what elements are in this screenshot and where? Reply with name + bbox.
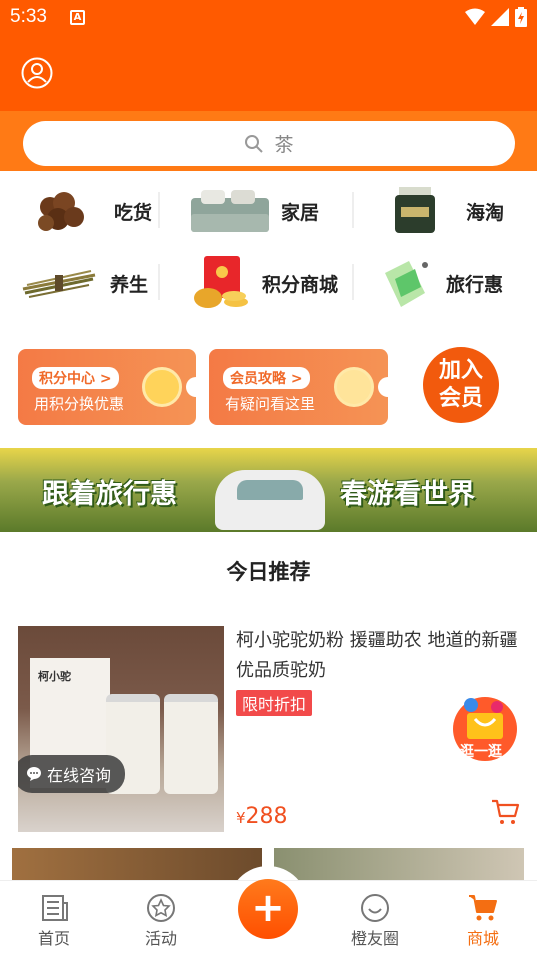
category-label: 积分商城 [262, 273, 339, 296]
category-snacks[interactable]: 吃货 [18, 176, 188, 246]
red-envelope-coins-icon [186, 253, 256, 313]
divider [158, 264, 160, 300]
cosmetics-jar-icon [370, 181, 460, 241]
online-consult-button[interactable]: 在线咨询 [18, 755, 126, 793]
card-tag: 会员攻略 > [223, 367, 310, 389]
banner-right-text: 春游看世界 [340, 479, 475, 510]
category-home[interactable]: 家居 [185, 176, 355, 246]
product-title[interactable]: 柯小驼驼奶粉 援疆助农 地道的新疆优品质驼奶 [236, 626, 520, 686]
chat-bubble-icon [27, 767, 41, 781]
category-grid: 吃货 家居 海淘 养生 积分商城 旅行惠 [0, 172, 537, 322]
category-overseas[interactable]: 海淘 [370, 176, 537, 246]
price-currency: ¥ [236, 809, 246, 827]
tab-label: 首页 [37, 929, 70, 948]
card-tag: 积分中心 > [32, 367, 119, 389]
status-time: 5:33 [10, 6, 47, 27]
smile-circle-icon [361, 894, 389, 922]
banner-left-text: 跟着旅行惠 [42, 479, 177, 510]
discount-badge: 限时折扣 [236, 690, 313, 716]
status-icons [465, 7, 527, 27]
newspaper-icon [42, 895, 68, 921]
category-label: 旅行惠 [446, 273, 504, 296]
product-can-image [164, 694, 218, 794]
herb-icon [14, 253, 104, 313]
tab-activities[interactable]: 活动 [121, 893, 201, 949]
category-points-mall[interactable]: 积分商城 [186, 248, 356, 318]
consult-label: 在线咨询 [47, 766, 112, 785]
divider [158, 192, 160, 228]
app-notification-icon: A [70, 10, 85, 25]
card-notch [378, 377, 398, 397]
section-title: 今日推荐 [226, 560, 311, 584]
card-subtitle: 用积分换优惠 [34, 395, 125, 413]
category-label: 家居 [281, 201, 320, 224]
category-label: 海淘 [466, 201, 505, 224]
coins-icon [142, 367, 182, 407]
search-bar-container: 茶 [0, 111, 537, 171]
document-icon [334, 367, 374, 407]
bedding-icon [185, 181, 275, 241]
tab-label: 商城 [466, 929, 499, 948]
wifi-icon [465, 8, 485, 25]
top-header [0, 38, 537, 111]
points-center-card[interactable]: 积分中心 > 用积分换优惠 [18, 349, 206, 425]
box-brand: 柯小驼 [38, 670, 71, 683]
product-image[interactable]: 柯小驼 在线咨询 [18, 626, 224, 832]
tab-home[interactable]: 首页 [14, 893, 94, 949]
category-label: 养生 [110, 273, 149, 296]
battery-icon [515, 7, 527, 27]
search-icon [245, 134, 264, 153]
member-guide-card[interactable]: 会员攻略 > 有疑问看这里 [209, 349, 398, 425]
signal-icon [491, 8, 509, 26]
travel-icon [370, 253, 440, 313]
add-to-cart-icon[interactable] [490, 798, 520, 826]
browse-float-button[interactable]: 逛一逛 [451, 693, 519, 763]
snack-icon [18, 181, 108, 241]
status-bar: 5:33 A [0, 0, 537, 38]
tab-label: 橙友圈 [350, 929, 399, 948]
product-price: ¥288 [236, 804, 288, 829]
join-member-button[interactable]: 加入 会员 [423, 347, 499, 423]
cart-icon [469, 895, 497, 921]
tab-friends-circle[interactable]: 橙友圈 [335, 893, 415, 949]
card-subtitle: 有疑问看这里 [225, 395, 316, 413]
tab-mall[interactable]: 商城 [443, 893, 523, 949]
product-card[interactable]: 柯小驼 在线咨询 柯小驼驼奶粉 援疆助农 地道的新疆优品质驼奶 限时折扣 ¥28… [18, 626, 520, 832]
search-placeholder: 茶 [274, 134, 294, 156]
category-label: 吃货 [114, 201, 153, 224]
star-circle-icon [147, 894, 175, 922]
join-line-2: 会员 [438, 386, 483, 411]
car-image [215, 470, 325, 530]
card-notch [186, 377, 206, 397]
add-post-button[interactable]: + [238, 879, 298, 939]
member-promo-row: 积分中心 > 用积分换优惠 会员攻略 > 有疑问看这里 加入 会员 [0, 325, 537, 445]
browse-label: 逛一逛 [460, 744, 502, 760]
user-circle-icon[interactable] [21, 57, 53, 89]
tab-label: 活动 [144, 929, 177, 948]
search-input[interactable]: 茶 [23, 121, 515, 166]
join-member-panel: 加入 会员 [406, 325, 520, 441]
divider [352, 264, 354, 300]
category-travel[interactable]: 旅行惠 [370, 248, 537, 318]
travel-banner[interactable]: 跟着旅行惠 春游看世界 [0, 448, 537, 532]
join-line-1: 加入 [438, 358, 483, 383]
price-value: 288 [245, 804, 288, 829]
divider [352, 192, 354, 228]
